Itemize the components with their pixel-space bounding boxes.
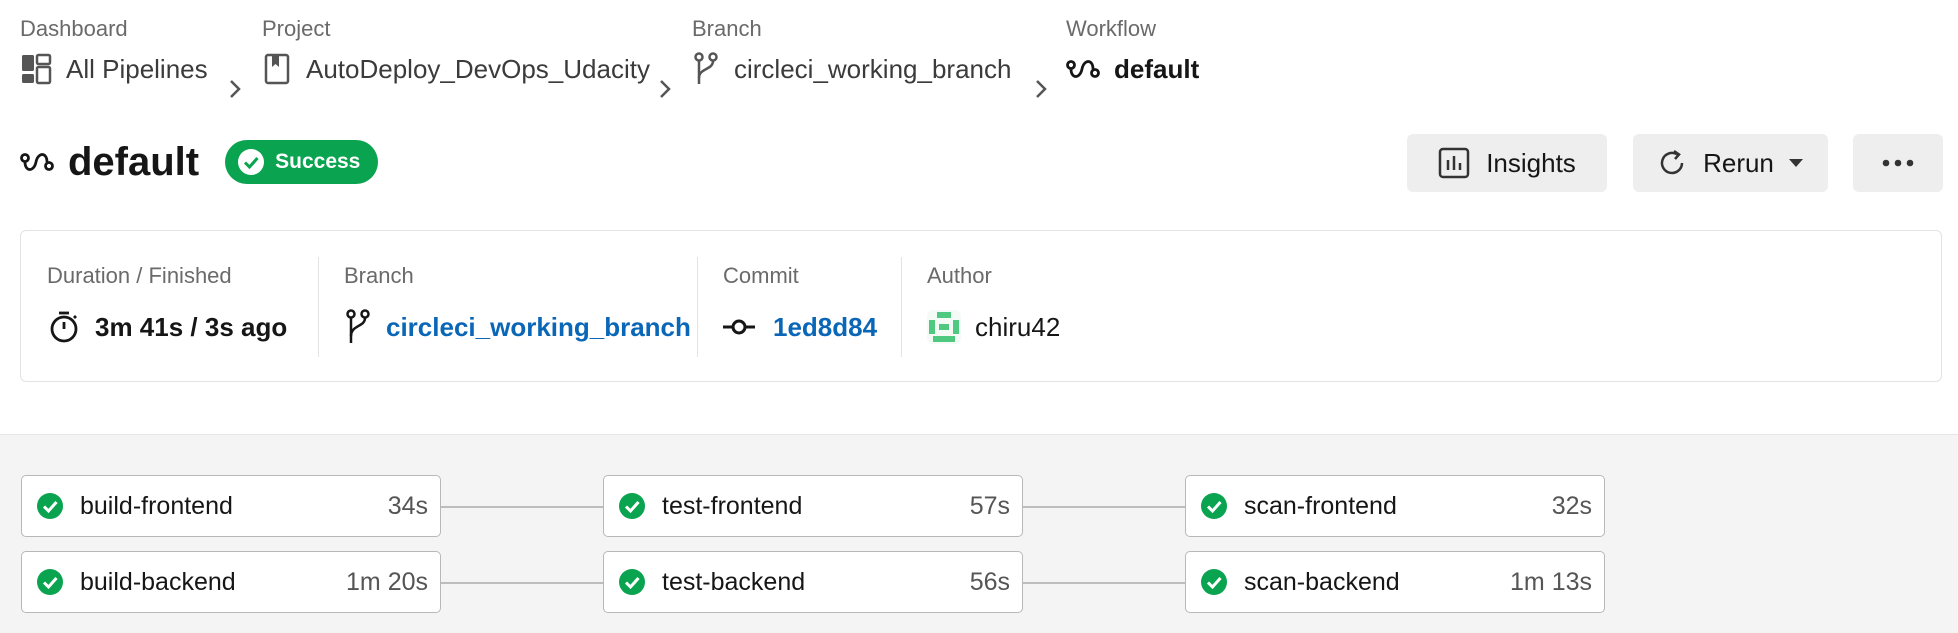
workflow-link[interactable]: default [1066, 44, 1199, 94]
page-title: default [68, 139, 200, 184]
more-icon [1882, 159, 1914, 167]
job-duration: 1m 13s [1510, 567, 1592, 596]
duration-caption: Duration / Finished [47, 263, 232, 288]
divider [697, 257, 698, 357]
job-duration: 56s [969, 567, 1010, 596]
divider [318, 257, 319, 357]
branch-icon [346, 309, 370, 343]
job-duration: 57s [969, 491, 1010, 520]
check-circle-icon [37, 493, 63, 519]
refresh-icon [1660, 149, 1684, 175]
job-build-frontend[interactable]: build-frontend 34s [21, 475, 441, 537]
page-header: default Success [20, 134, 379, 190]
chevron-right-icon [230, 80, 241, 98]
branch-link[interactable]: circleci_working_branch [692, 44, 1011, 94]
check-circle-icon [619, 569, 645, 595]
job-name: scan-frontend [1244, 491, 1397, 520]
job-duration: 1m 20s [346, 567, 428, 596]
workflow-icon [20, 153, 54, 171]
job-connector [1023, 506, 1186, 508]
duration-value: 3m 41s / 3s ago [47, 307, 287, 347]
branch-link[interactable]: circleci_working_branch [386, 312, 691, 343]
job-connector [441, 506, 604, 508]
workflow-icon [1066, 60, 1100, 78]
job-name: test-backend [662, 567, 806, 596]
caret-down-icon [1788, 159, 1803, 167]
avatar [927, 310, 961, 344]
insights-label: Insights [1486, 147, 1576, 178]
insights-icon [1438, 147, 1470, 179]
job-test-backend[interactable]: test-backend 56s [603, 551, 1023, 613]
branch-icon [694, 52, 718, 84]
author-caption: Author [927, 263, 992, 288]
status-badge: Success [225, 140, 379, 184]
job-name: scan-backend [1244, 567, 1400, 596]
job-scan-frontend[interactable]: scan-frontend 32s [1185, 475, 1605, 537]
workflow-summary: Duration / Finished 3m 41s / 3s ago Bran… [20, 230, 1942, 382]
breadcrumb-caption: Dashboard [20, 16, 128, 41]
check-circle-icon [238, 149, 265, 175]
dashboard-icon [22, 53, 52, 85]
divider [901, 257, 902, 357]
more-options-button[interactable] [1853, 134, 1943, 192]
breadcrumb-workflow: Workflow default [1066, 14, 1199, 94]
breadcrumb-label: AutoDeploy_DevOps_Udacity [306, 53, 650, 84]
stopwatch-icon [50, 311, 78, 343]
project-link[interactable]: AutoDeploy_DevOps_Udacity [262, 44, 650, 94]
breadcrumb-label: default [1114, 53, 1200, 84]
job-connector [1023, 582, 1186, 584]
commit-caption: Commit [723, 263, 799, 288]
rerun-label: Rerun [1703, 147, 1774, 178]
rerun-button[interactable]: Rerun [1633, 134, 1828, 192]
check-circle-icon [37, 569, 63, 595]
branch-caption: Branch [344, 263, 414, 288]
breadcrumb-label: circleci_working_branch [734, 53, 1012, 84]
branch-value: circleci_working_branch [344, 307, 691, 347]
breadcrumb-caption: Project [262, 16, 331, 41]
all-pipelines-link[interactable]: All Pipelines [20, 44, 208, 94]
breadcrumb-project: Project AutoDeploy_DevOps_Udacity [262, 14, 650, 94]
author-value: chiru42 [927, 307, 1060, 347]
job-connector [441, 582, 604, 584]
job-build-backend[interactable]: build-backend 1m 20s [21, 551, 441, 613]
breadcrumb-label: All Pipelines [66, 53, 208, 84]
breadcrumb-caption: Branch [692, 16, 762, 41]
author-name: chiru42 [975, 311, 1061, 342]
workflow-graph: build-frontend 34s build-backend 1m 20s … [0, 434, 1958, 633]
commit-link[interactable]: 1ed8d84 [773, 312, 877, 343]
chevron-right-icon [1036, 80, 1047, 98]
job-name: build-backend [80, 567, 236, 596]
breadcrumb-caption: Workflow [1066, 16, 1157, 41]
check-circle-icon [1201, 569, 1227, 595]
breadcrumb-branch: Branch circleci_working_branch [692, 14, 1011, 94]
duration-text: 3m 41s / 3s ago [95, 311, 288, 342]
check-circle-icon [619, 493, 645, 519]
breadcrumb-dashboard: Dashboard All Pipelines [20, 14, 208, 94]
check-circle-icon [1201, 493, 1227, 519]
commit-icon [723, 319, 755, 335]
job-name: test-frontend [662, 491, 803, 520]
insights-button[interactable]: Insights [1407, 134, 1607, 192]
bookmark-icon [264, 53, 290, 85]
job-duration: 34s [387, 491, 428, 520]
job-name: build-frontend [80, 491, 233, 520]
commit-value: 1ed8d84 [723, 307, 877, 347]
job-test-frontend[interactable]: test-frontend 57s [603, 475, 1023, 537]
job-scan-backend[interactable]: scan-backend 1m 13s [1185, 551, 1605, 613]
job-duration: 32s [1551, 491, 1592, 520]
chevron-right-icon [660, 80, 671, 98]
status-label: Success [275, 150, 361, 173]
